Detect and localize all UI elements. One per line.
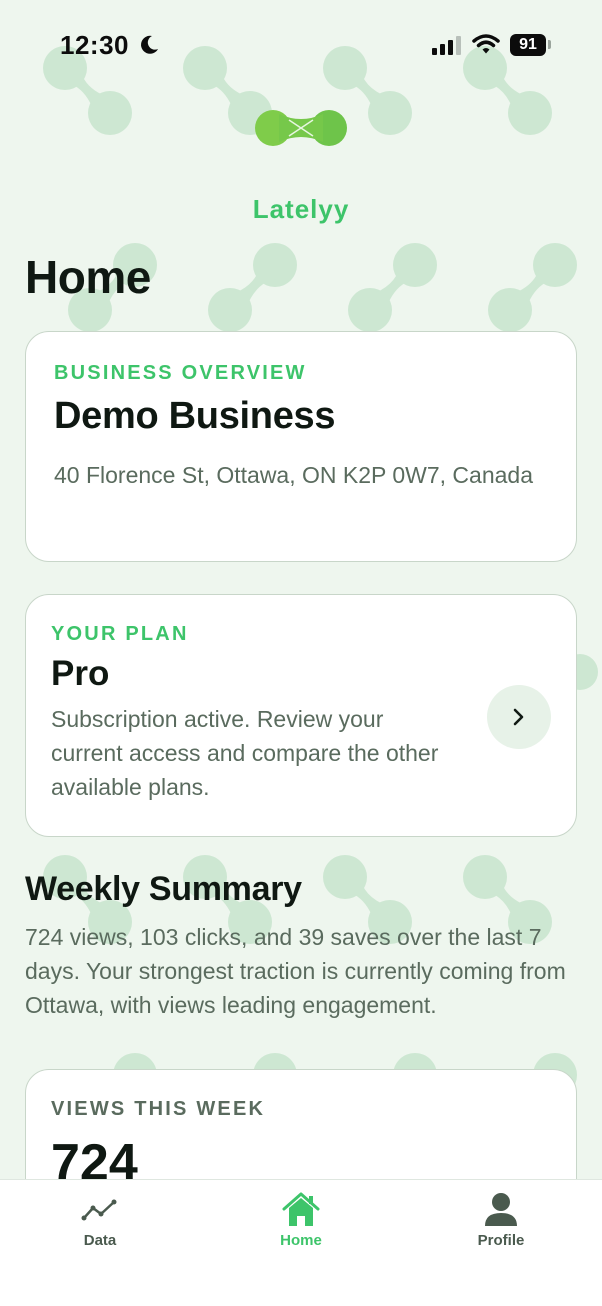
person-icon	[485, 1193, 517, 1226]
status-bar: 12:30 91	[0, 0, 602, 90]
business-address: 40 Florence St, Ottawa, ON K2P 0W7, Cana…	[54, 462, 533, 488]
tab-label: Home	[280, 1232, 322, 1249]
tab-label: Data	[83, 1232, 117, 1249]
home-icon	[282, 1192, 320, 1226]
plan-details-button[interactable]	[487, 685, 551, 749]
chevron-right-icon	[513, 708, 524, 726]
weekly-summary-text: 724 views, 103 clicks, and 39 saves over…	[25, 924, 566, 1018]
brand-name: Latelyy	[252, 194, 350, 224]
tab-profile[interactable]: Profile	[441, 1180, 561, 1270]
business-overview-card[interactable]: BUSINESS OVERVIEW Demo Business 40 Flore…	[25, 331, 577, 562]
plan-name: Pro	[51, 654, 110, 693]
plan-description: Subscription active. Review your current…	[51, 706, 439, 800]
battery-tip	[548, 40, 551, 49]
chart-line-icon	[81, 1199, 117, 1221]
moon-icon	[141, 35, 158, 54]
card-eyebrow: YOUR PLAN	[51, 623, 189, 645]
logo-icon	[255, 110, 347, 146]
home-screen: 12:30 91 Latelyy Home BUSINESS OVERVIEW …	[0, 0, 602, 1306]
battery-indicator: 91	[510, 34, 546, 56]
plan-card[interactable]: YOUR PLAN Pro Subscription active. Revie…	[25, 594, 577, 837]
status-time: 12:30	[60, 30, 129, 60]
tab-data[interactable]: Data	[40, 1180, 160, 1270]
card-eyebrow: VIEWS THIS WEEK	[51, 1098, 266, 1120]
tab-home[interactable]: Home	[241, 1180, 361, 1270]
wifi-icon	[472, 34, 500, 54]
weekly-summary-title: Weekly Summary	[25, 870, 302, 908]
signal-icon	[432, 36, 461, 55]
card-eyebrow: BUSINESS OVERVIEW	[54, 362, 307, 384]
page-title: Home	[25, 251, 151, 303]
tab-label: Profile	[477, 1232, 525, 1249]
business-name: Demo Business	[54, 395, 336, 437]
tab-bar: Data Home Profile	[0, 1179, 602, 1306]
